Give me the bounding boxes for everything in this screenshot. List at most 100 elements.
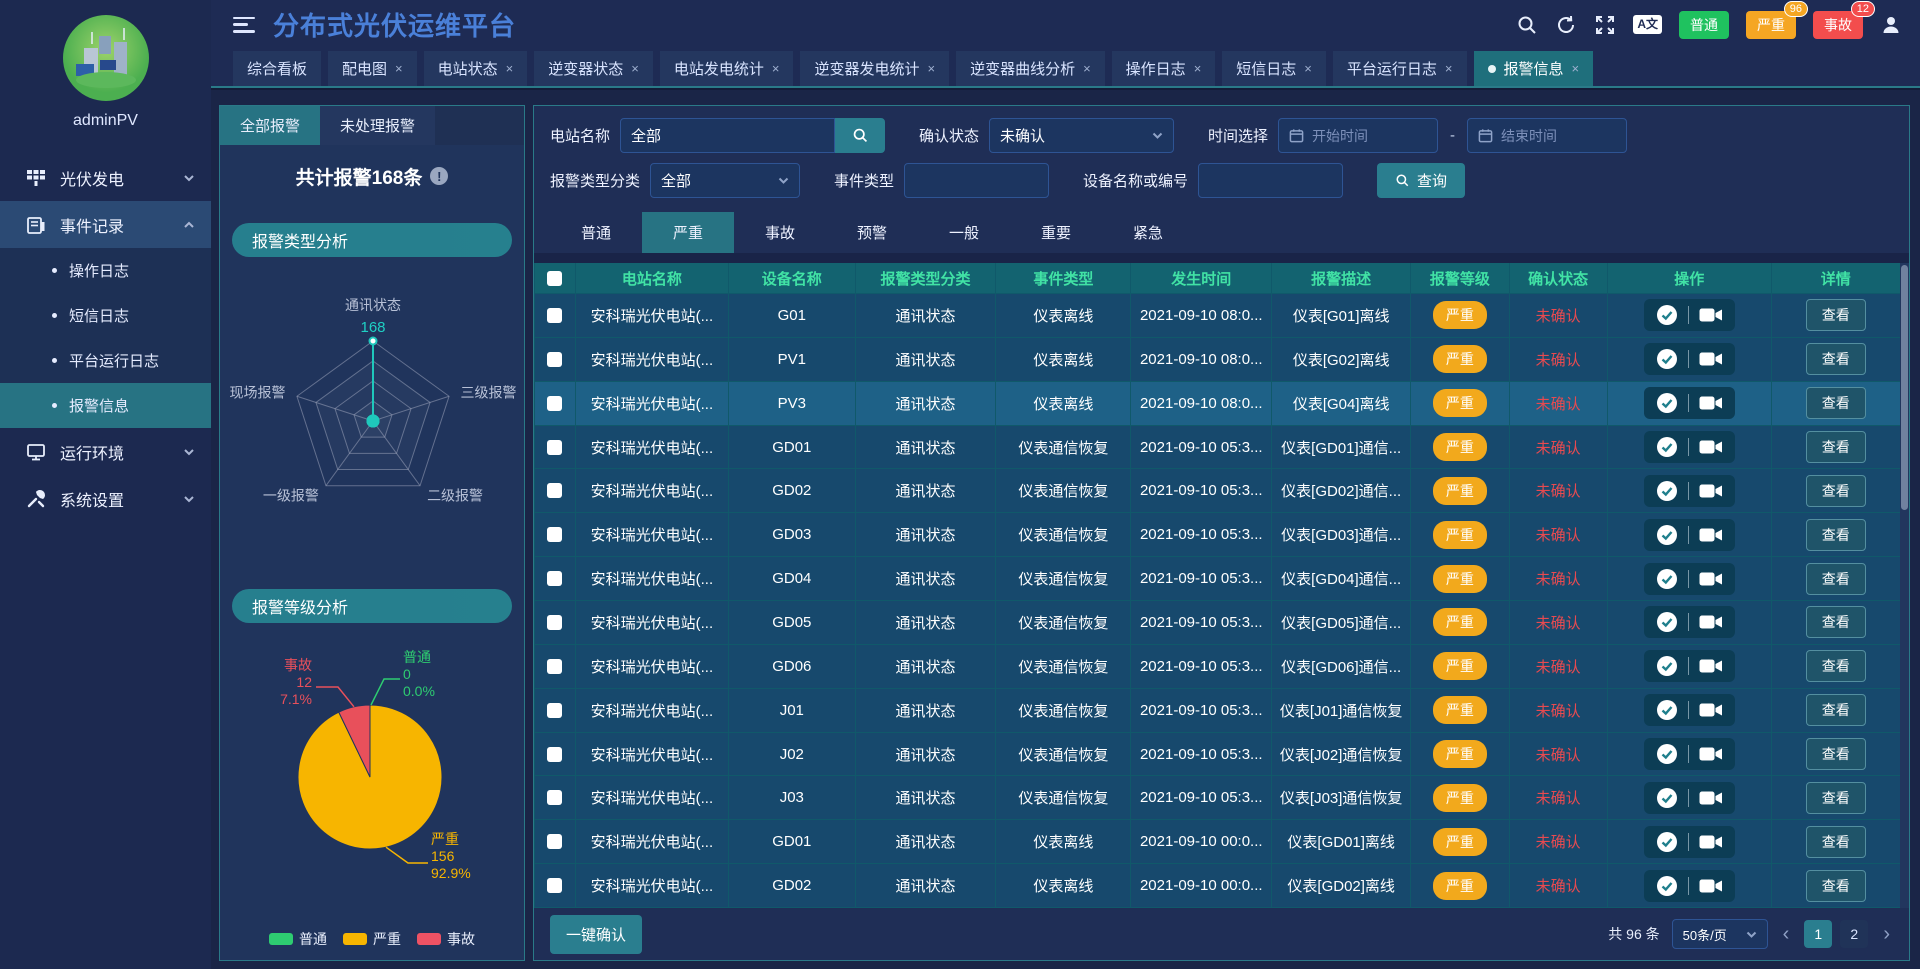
view-detail-button[interactable]: 查看: [1806, 826, 1866, 858]
row-checkbox[interactable]: [547, 615, 562, 630]
severity-tab[interactable]: 紧急: [1102, 212, 1194, 253]
page-number[interactable]: 2: [1840, 920, 1868, 948]
scrollbar-thumb[interactable]: [1901, 265, 1908, 510]
severity-tab[interactable]: 预警: [826, 212, 918, 253]
prev-page-icon[interactable]: ‹: [1780, 924, 1793, 944]
confirm-button[interactable]: [1656, 831, 1678, 853]
language-icon[interactable]: A文: [1633, 15, 1662, 33]
tab[interactable]: 电站状态 ×: [424, 51, 528, 86]
tab[interactable]: 操作日志 ×: [1112, 51, 1216, 86]
close-icon[interactable]: ×: [772, 61, 780, 76]
severity-tab[interactable]: 严重: [642, 212, 734, 253]
camera-button[interactable]: [1699, 790, 1723, 806]
confirm-button[interactable]: [1656, 348, 1678, 370]
alarm-level-badge[interactable]: 普通: [1679, 11, 1729, 39]
row-checkbox[interactable]: [547, 396, 562, 411]
start-date-input[interactable]: 开始时间: [1278, 118, 1438, 153]
severity-tab[interactable]: 事故: [734, 212, 826, 253]
confirm-button[interactable]: [1656, 392, 1678, 414]
page-size-select[interactable]: 50条/页: [1672, 919, 1768, 949]
close-icon[interactable]: ×: [1304, 61, 1312, 76]
event-type-input[interactable]: [904, 163, 1049, 198]
camera-button[interactable]: [1699, 527, 1723, 543]
tab-unhandled-alarms[interactable]: 未处理报警: [320, 106, 435, 145]
confirm-button[interactable]: [1656, 699, 1678, 721]
camera-button[interactable]: [1699, 878, 1723, 894]
close-icon[interactable]: ×: [631, 61, 639, 76]
confirm-button[interactable]: [1656, 436, 1678, 458]
row-checkbox[interactable]: [547, 483, 562, 498]
view-detail-button[interactable]: 查看: [1806, 870, 1866, 902]
camera-button[interactable]: [1699, 351, 1723, 367]
sidebar-item-alarm-info[interactable]: 报警信息: [0, 383, 211, 428]
alarm-level-badge[interactable]: 严重 96: [1746, 11, 1796, 39]
confirm-button[interactable]: [1656, 480, 1678, 502]
view-detail-button[interactable]: 查看: [1806, 299, 1866, 331]
station-name-input[interactable]: [620, 118, 835, 153]
avatar[interactable]: [62, 14, 150, 102]
alarm-level-badge[interactable]: 事故 12: [1813, 11, 1863, 39]
row-checkbox[interactable]: [547, 834, 562, 849]
tab[interactable]: 逆变器曲线分析 ×: [956, 51, 1105, 86]
tab[interactable]: 配电图 ×: [328, 51, 417, 86]
row-checkbox[interactable]: [547, 571, 562, 586]
confirm-button[interactable]: [1656, 875, 1678, 897]
tab[interactable]: 逆变器状态 ×: [534, 51, 653, 86]
camera-button[interactable]: [1699, 483, 1723, 499]
close-icon[interactable]: ×: [1445, 61, 1453, 76]
station-search-button[interactable]: [835, 118, 885, 153]
view-detail-button[interactable]: 查看: [1806, 782, 1866, 814]
next-page-icon[interactable]: ›: [1880, 924, 1893, 944]
row-checkbox[interactable]: [547, 659, 562, 674]
camera-button[interactable]: [1699, 307, 1723, 323]
row-checkbox[interactable]: [547, 790, 562, 805]
search-icon[interactable]: [1516, 14, 1538, 36]
sidebar-item-operation-log[interactable]: 操作日志: [0, 248, 211, 293]
tab[interactable]: 短信日志 ×: [1222, 51, 1326, 86]
view-detail-button[interactable]: 查看: [1806, 563, 1866, 595]
view-detail-button[interactable]: 查看: [1806, 431, 1866, 463]
fullscreen-icon[interactable]: [1594, 14, 1616, 36]
row-checkbox[interactable]: [547, 703, 562, 718]
camera-button[interactable]: [1699, 614, 1723, 630]
view-detail-button[interactable]: 查看: [1806, 343, 1866, 375]
tab[interactable]: 逆变器发电统计 ×: [800, 51, 949, 86]
close-icon[interactable]: ×: [506, 61, 514, 76]
view-detail-button[interactable]: 查看: [1806, 519, 1866, 551]
tab[interactable]: 电站发电统计 ×: [660, 51, 794, 86]
camera-button[interactable]: [1699, 834, 1723, 850]
end-date-input[interactable]: 结束时间: [1467, 118, 1627, 153]
camera-button[interactable]: [1699, 702, 1723, 718]
row-checkbox[interactable]: [547, 440, 562, 455]
confirm-status-select[interactable]: 未确认: [989, 118, 1174, 153]
confirm-button[interactable]: [1656, 611, 1678, 633]
tab[interactable]: 综合看板 ×: [233, 51, 321, 86]
view-detail-button[interactable]: 查看: [1806, 650, 1866, 682]
view-detail-button[interactable]: 查看: [1806, 475, 1866, 507]
sidebar-item-event-records[interactable]: 事件记录: [0, 201, 211, 248]
tab-all-alarms[interactable]: 全部报警: [220, 106, 320, 145]
sidebar-item-pv-generation[interactable]: 光伏发电: [0, 154, 211, 201]
camera-button[interactable]: [1699, 658, 1723, 674]
row-checkbox[interactable]: [547, 308, 562, 323]
close-icon[interactable]: ×: [927, 61, 935, 76]
row-checkbox[interactable]: [547, 747, 562, 762]
close-icon[interactable]: ×: [1194, 61, 1202, 76]
tab[interactable]: 报警信息 ×: [1474, 51, 1594, 86]
close-icon[interactable]: ×: [1572, 61, 1580, 76]
close-icon[interactable]: ×: [1083, 61, 1091, 76]
severity-tab[interactable]: 普通: [550, 212, 642, 253]
tab[interactable]: 平台运行日志 ×: [1333, 51, 1467, 86]
camera-button[interactable]: [1699, 746, 1723, 762]
row-checkbox[interactable]: [547, 878, 562, 893]
severity-tab[interactable]: 重要: [1010, 212, 1102, 253]
table-scrollbar[interactable]: [1900, 263, 1909, 908]
row-checkbox[interactable]: [547, 352, 562, 367]
camera-button[interactable]: [1699, 439, 1723, 455]
user-icon[interactable]: [1880, 14, 1902, 36]
confirm-button[interactable]: [1656, 304, 1678, 326]
sidebar-item-platform-log[interactable]: 平台运行日志: [0, 338, 211, 383]
camera-button[interactable]: [1699, 571, 1723, 587]
select-all-checkbox[interactable]: [547, 271, 562, 286]
confirm-button[interactable]: [1656, 568, 1678, 590]
